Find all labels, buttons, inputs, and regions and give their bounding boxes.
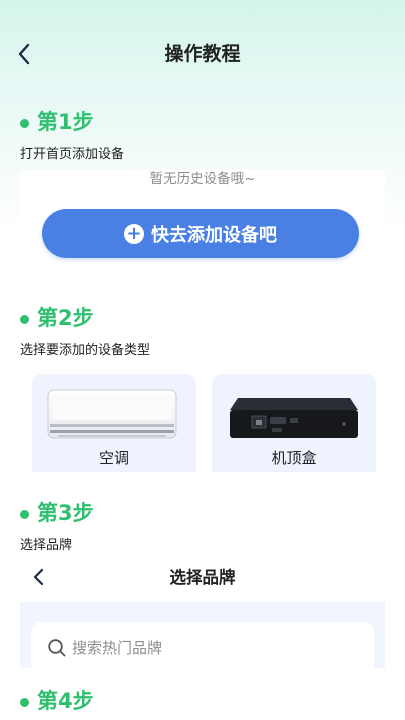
step-4-label: 第4步 [37, 689, 94, 713]
search-icon [48, 639, 66, 657]
add-device-button-label: 快去添加设备吧 [151, 224, 277, 246]
step-1-title: 第1步 [20, 108, 94, 136]
step-2-label: 第2步 [37, 306, 94, 330]
step-1-desc: 打开首页添加设备 [20, 147, 125, 162]
step-dot-icon [20, 118, 29, 128]
plus-circle-icon: + [124, 223, 144, 244]
step-4-title: 第4步 [20, 687, 94, 715]
step-1-preview: 暂无历史设备哦~ + 快去添加设备吧 [20, 170, 385, 268]
brand-panel-header: 选择品牌 [20, 556, 385, 602]
step-3-label: 第3步 [37, 501, 94, 525]
step-dot-icon [20, 509, 29, 519]
step-2-title: 第2步 [20, 304, 94, 332]
step-3-title: 第3步 [20, 499, 94, 527]
step-3-desc: 选择品牌 [20, 538, 73, 553]
step-dot-icon [20, 314, 29, 324]
device-label-air-conditioner: 空调 [98, 449, 129, 467]
step-2-desc: 选择要添加的设备类型 [20, 343, 151, 358]
empty-devices-text: 暂无历史设备哦~ [149, 171, 256, 187]
brand-search-input[interactable]: 搜索热门品牌 [31, 622, 374, 668]
page-title: 操作教程 [164, 43, 241, 65]
device-label-set-top-box: 机顶盒 [271, 449, 317, 467]
step-dot-icon [20, 697, 29, 707]
air-conditioner-image [47, 389, 177, 439]
device-card-set-top-box[interactable]: 机顶盒 [212, 374, 376, 472]
add-device-button[interactable]: + 快去添加设备吧 [42, 209, 359, 258]
step-1-label: 第1步 [37, 110, 94, 134]
set-top-box-image [230, 398, 358, 438]
device-card-air-conditioner[interactable]: 空调 [32, 374, 196, 472]
header: 操作教程 [0, 0, 405, 108]
search-placeholder: 搜索热门品牌 [72, 639, 163, 657]
brand-panel-title: 选择品牌 [169, 568, 236, 587]
step-3-preview: 选择品牌 搜索热门品牌 [20, 556, 385, 668]
